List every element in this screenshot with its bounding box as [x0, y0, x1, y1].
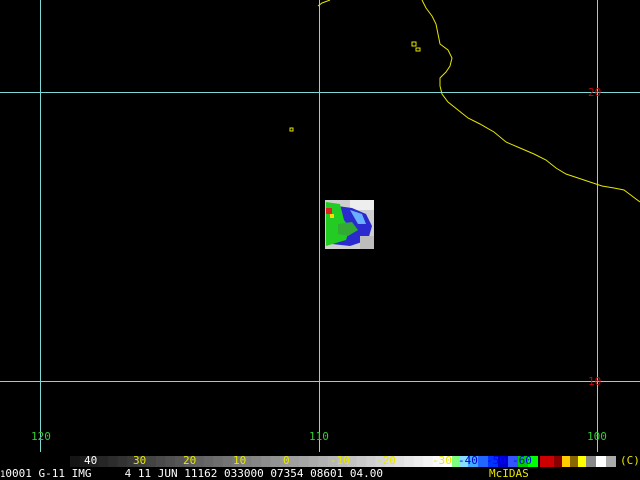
image-date: 11 JUN 11162 [137, 467, 218, 480]
image-resolution: 04.00 [349, 467, 384, 480]
scale-label: -50 [486, 454, 506, 467]
scale-label: 10 [233, 454, 247, 467]
band-number: 4 [124, 467, 132, 480]
copyright-label: (C) [620, 454, 640, 467]
scale-label: -60 [512, 454, 532, 467]
scale-label: 0 [283, 454, 290, 467]
island-c [289, 127, 294, 132]
island-b [415, 47, 421, 52]
island-a [411, 41, 417, 47]
scale-label: 20 [183, 454, 197, 467]
scale-label: 30 [133, 454, 147, 467]
scale-label: -40 [458, 454, 478, 467]
scale-label: 40 [84, 454, 98, 467]
satellite-name: G-11 [38, 467, 66, 480]
satellite-image-viewer: 20 10 120 110 100 40 30 20 10 0 -10 -20 … [0, 0, 640, 480]
map-canvas [0, 0, 640, 467]
image-info-line: 10001 G-11 IMG 4 11 JUN 11162 033000 073… [0, 467, 640, 480]
image-type: IMG [71, 467, 92, 480]
lat-lon-grid [0, 0, 640, 452]
image-element: 08601 [310, 467, 344, 480]
lon-label-100: 100 [587, 430, 607, 443]
ir-image-tile [325, 200, 374, 249]
scale-label: -10 [330, 454, 350, 467]
lon-label-120: 120 [31, 430, 51, 443]
scale-label: -30 [432, 454, 452, 467]
image-id: 0001 [5, 467, 32, 480]
lon-label-110: 110 [309, 430, 329, 443]
image-time: 033000 [224, 467, 264, 480]
coastline [289, 0, 640, 203]
color-scale-labels: 40 30 20 10 0 -10 -20 -30 -40 -50 -60 (C… [0, 455, 640, 467]
mcidas-brand: McIDAS [489, 467, 529, 480]
lat-label-20: 20 [588, 86, 602, 99]
image-line: 07354 [270, 467, 304, 480]
lat-label-10: 10 [588, 375, 602, 388]
scale-label: -20 [376, 454, 396, 467]
